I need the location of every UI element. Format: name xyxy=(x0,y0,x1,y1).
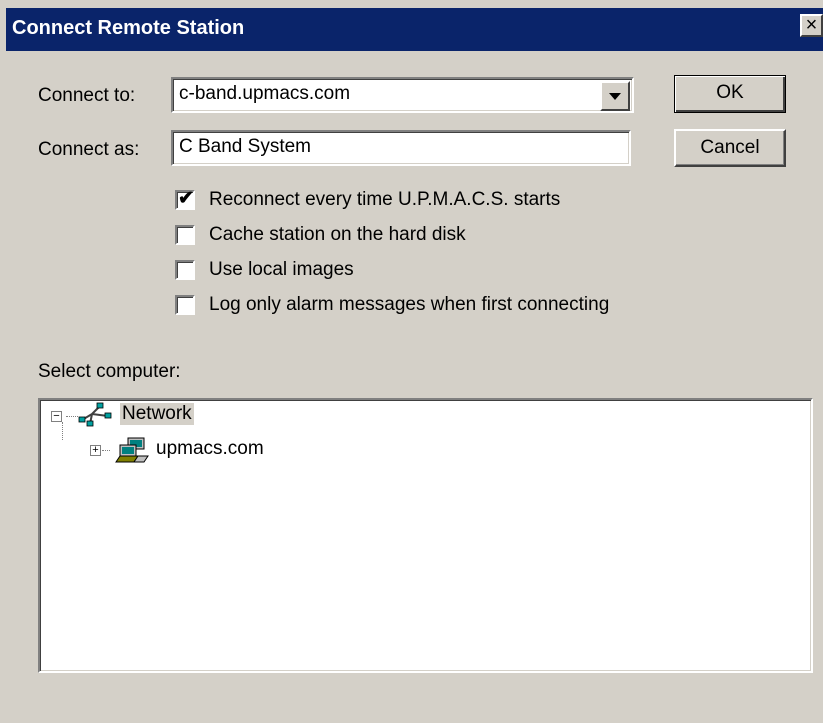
chevron-down-icon xyxy=(609,93,621,100)
ok-button[interactable]: OK xyxy=(674,75,786,113)
plus-icon: + xyxy=(92,444,99,456)
tree-node-network[interactable]: Network xyxy=(120,403,194,425)
minus-icon: − xyxy=(53,410,60,422)
network-collapse-toggle[interactable]: − xyxy=(51,411,62,422)
select-computer-label: Select computer: xyxy=(38,361,181,382)
domain-computers-icon xyxy=(115,437,149,463)
reconnect-checkbox-label[interactable]: Reconnect every time U.P.M.A.C.S. starts xyxy=(209,189,560,211)
use-local-images-checkbox[interactable] xyxy=(175,260,195,280)
reconnect-checkbox[interactable]: ✔ xyxy=(175,188,195,210)
cache-station-checkbox-label[interactable]: Cache station on the hard disk xyxy=(209,224,466,246)
upmacs-expand-toggle[interactable]: + xyxy=(90,445,101,456)
log-alarms-checkbox-label[interactable]: Log only alarm messages when first conne… xyxy=(209,294,609,316)
connect-as-label: Connect as: xyxy=(38,139,140,160)
tree-node-upmacs[interactable]: upmacs.com xyxy=(156,438,264,460)
checkmark-icon: ✔ xyxy=(178,188,194,209)
network-icon xyxy=(78,402,112,427)
close-button[interactable]: × xyxy=(800,14,823,37)
tree-connector xyxy=(102,450,110,451)
window-title: Connect Remote Station xyxy=(12,17,245,39)
title-bar[interactable]: Connect Remote Station xyxy=(6,8,823,51)
computer-tree-view[interactable]: − Network + upmacs.com xyxy=(38,398,813,673)
tree-connector xyxy=(62,422,63,440)
close-icon: × xyxy=(805,14,818,36)
cancel-button[interactable]: Cancel xyxy=(674,129,786,167)
cache-station-checkbox[interactable] xyxy=(175,225,195,245)
connect-to-dropdown-button[interactable] xyxy=(600,81,630,111)
connect-to-value: c-band.upmacs.com xyxy=(179,83,351,104)
tree-connector xyxy=(66,416,78,417)
use-local-images-checkbox-label[interactable]: Use local images xyxy=(209,259,354,281)
connect-as-value: C Band System xyxy=(179,136,311,157)
connect-to-combobox[interactable]: c-band.upmacs.com xyxy=(171,77,634,113)
log-alarms-checkbox[interactable] xyxy=(175,295,195,315)
connect-as-input[interactable]: C Band System xyxy=(171,130,631,166)
connect-to-label: Connect to: xyxy=(38,85,136,106)
connect-remote-station-dialog: Connect Remote Station × Connect to: c-b… xyxy=(0,0,823,723)
